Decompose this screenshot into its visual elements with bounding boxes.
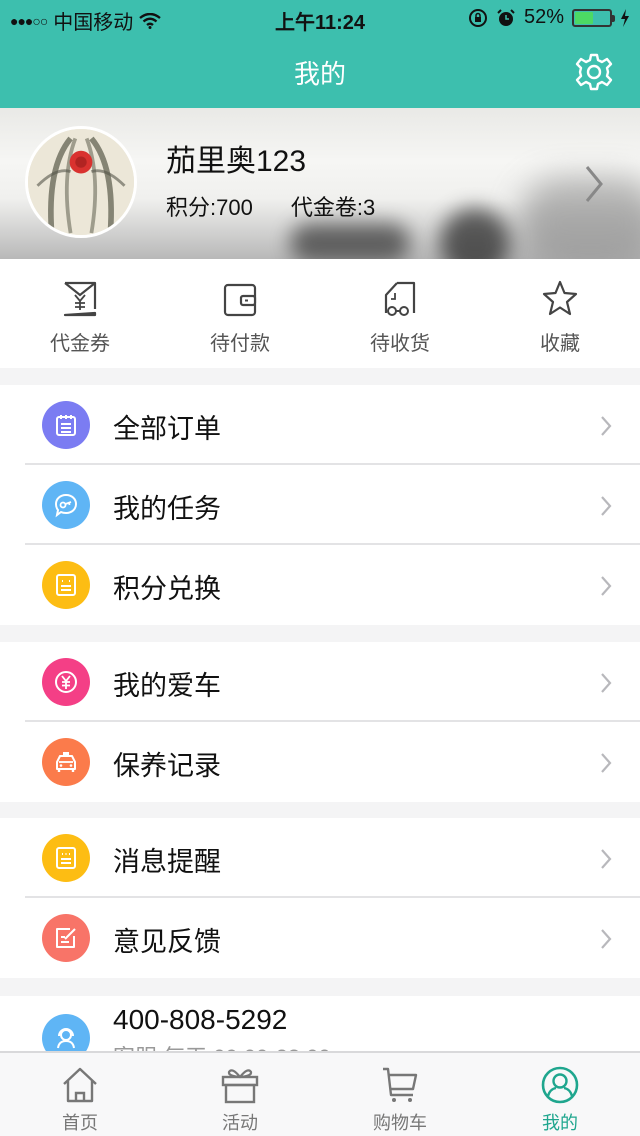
wallet-icon (223, 283, 257, 317)
tab-label: 购物车 (373, 1113, 427, 1133)
cart-icon (383, 1067, 418, 1102)
alarm-icon (497, 8, 515, 26)
status-bar: ●●●○○ 中国移动 上午11:24 52% (0, 0, 640, 36)
menu-group-messages: 消息提醒 意见反馈 (0, 818, 640, 978)
menu-item-label: 意见反馈 (113, 927, 221, 957)
tab-activities[interactable]: 活动 (160, 1053, 320, 1136)
star-icon (542, 280, 578, 316)
menu-group-orders: 全部订单 我的任务 积分兑换 (0, 385, 640, 625)
menu-item-points-exchange[interactable]: 积分兑换 (0, 545, 640, 625)
avatar[interactable] (25, 126, 137, 238)
chevron-right-icon (601, 929, 612, 949)
menu-item-label: 全部订单 (113, 414, 221, 444)
tab-profile[interactable]: 我的 (480, 1053, 640, 1136)
delivery-truck-icon (384, 281, 416, 316)
app-root: ●●●○○ 中国移动 上午11:24 52% 我的 茄里奥123 积分:700 … (0, 0, 640, 1136)
username: 茄里奥123 (166, 145, 307, 178)
yen-coin-icon (42, 658, 90, 706)
quick-action-label: 待付款 (210, 333, 270, 355)
menu-item-my-tasks[interactable]: 我的任务 (0, 465, 640, 545)
chevron-right-icon (601, 673, 612, 693)
charging-icon (621, 8, 629, 27)
background-blur (520, 178, 640, 259)
service-phone[interactable]: 400-808-5292 (113, 1004, 287, 1036)
chevron-right-icon (601, 576, 612, 596)
taxi-icon (42, 738, 90, 786)
gift-icon (221, 1069, 259, 1104)
quick-action-label: 代金券 (50, 333, 110, 355)
quick-action-label: 收藏 (540, 333, 580, 355)
gear-icon[interactable] (574, 52, 614, 92)
menu-item-label: 我的爱车 (113, 671, 221, 701)
tab-bar: 首页 活动 购物车 我的 (0, 1051, 640, 1136)
message-card-icon (42, 834, 90, 882)
top-bar: ●●●○○ 中国移动 上午11:24 52% 我的 (0, 0, 640, 108)
edit-note-icon (42, 914, 90, 962)
menu-item-label: 我的任务 (113, 494, 221, 524)
rotation-lock-icon (468, 8, 487, 27)
quick-action-pending-payment[interactable]: 待付款 (160, 259, 320, 368)
menu-item-feedback[interactable]: 意见反馈 (0, 898, 640, 978)
tab-label: 首页 (62, 1113, 98, 1133)
menu-item-maintenance-records[interactable]: 保养记录 (0, 722, 640, 802)
menu-item-label: 消息提醒 (113, 847, 221, 877)
vouchers-label: 代金卷:3 (290, 195, 376, 220)
quick-actions: 代金券 待付款 待收货 收藏 (0, 259, 640, 368)
menu-item-all-orders[interactable]: 全部订单 (0, 385, 640, 465)
user-icon (541, 1066, 579, 1104)
list-card-icon (42, 561, 90, 609)
chevron-right-icon (585, 166, 603, 202)
background-blur (440, 208, 510, 259)
chevron-right-icon (601, 753, 612, 773)
menu-item-message-reminders[interactable]: 消息提醒 (0, 818, 640, 898)
quick-action-label: 待收货 (370, 333, 430, 355)
voucher-icon (63, 281, 97, 317)
battery-percent: 52% (523, 6, 564, 28)
tab-home[interactable]: 首页 (0, 1053, 160, 1136)
avatar-illustration (28, 129, 134, 235)
home-icon (63, 1067, 97, 1103)
key-chat-icon (42, 481, 90, 529)
menu-item-label: 积分兑换 (113, 574, 221, 604)
tab-label: 活动 (222, 1113, 258, 1133)
chevron-right-icon (601, 849, 612, 869)
quick-action-pending-delivery[interactable]: 待收货 (320, 259, 480, 368)
quick-action-voucher[interactable]: 代金券 (0, 259, 160, 368)
tab-label: 我的 (542, 1113, 578, 1133)
menu-item-my-car[interactable]: 我的爱车 (0, 642, 640, 722)
menu-item-label: 保养记录 (113, 751, 221, 781)
menu-group-car: 我的爱车 保养记录 (0, 642, 640, 802)
background-blur (290, 223, 410, 259)
quick-action-favorites[interactable]: 收藏 (480, 259, 640, 368)
chevron-right-icon (601, 496, 612, 516)
profile-card[interactable]: 茄里奥123 积分:700 代金卷:3 (0, 108, 640, 259)
points-label: 积分:700 (166, 195, 253, 220)
tab-cart[interactable]: 购物车 (320, 1053, 480, 1136)
calendar-icon (42, 401, 90, 449)
page-title: 我的 (293, 59, 346, 89)
battery-icon (572, 8, 615, 27)
chevron-right-icon (601, 416, 612, 436)
